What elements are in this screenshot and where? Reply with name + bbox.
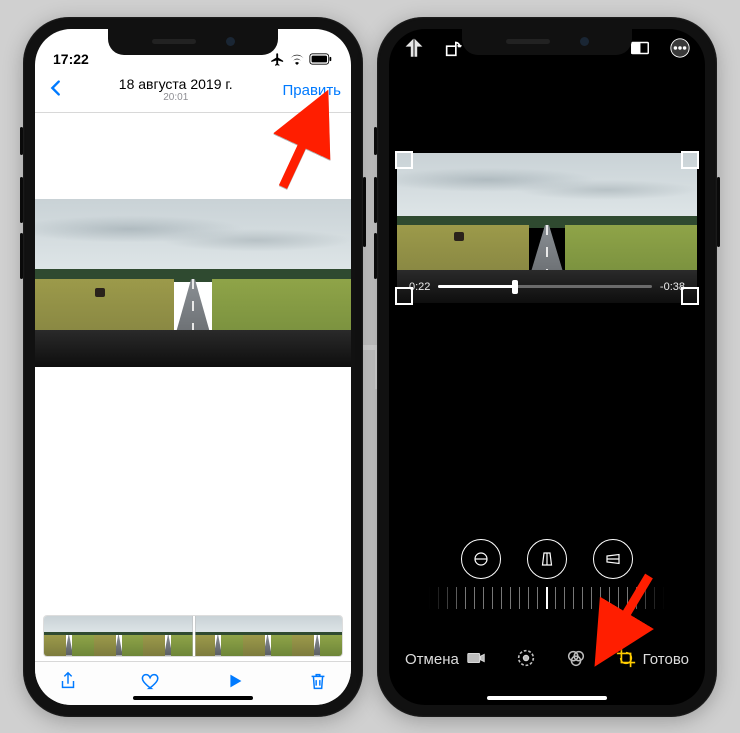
perspective-h-icon xyxy=(604,550,622,568)
filters-icon xyxy=(565,647,587,669)
straighten-dials xyxy=(389,539,705,579)
tab-filters[interactable] xyxy=(565,647,587,673)
editor-tool-tabs xyxy=(465,647,637,673)
airplane-icon xyxy=(270,52,285,67)
tab-crop[interactable] xyxy=(615,647,637,673)
adjust-icon xyxy=(515,647,537,669)
delete-button[interactable] xyxy=(307,670,329,697)
flip-icon xyxy=(403,37,425,59)
chevron-left-icon xyxy=(45,77,67,99)
crop-icon xyxy=(615,647,637,669)
play-button[interactable] xyxy=(224,670,246,697)
flip-button[interactable] xyxy=(403,37,425,64)
nav-bar: 18 августа 2019 г. 20:01 Править xyxy=(35,69,351,113)
mute-switch xyxy=(374,127,377,155)
photo-viewport[interactable] xyxy=(35,113,351,367)
trash-icon xyxy=(307,670,329,692)
nav-title: 18 августа 2019 г. 20:01 xyxy=(69,77,283,103)
crop-handle-br[interactable] xyxy=(681,287,699,305)
share-button[interactable] xyxy=(57,670,79,697)
video-icon xyxy=(465,647,487,669)
volume-down xyxy=(20,233,23,279)
straighten-icon xyxy=(472,550,490,568)
notch xyxy=(108,29,278,55)
aspect-icon xyxy=(629,37,651,59)
angle-ruler[interactable] xyxy=(429,587,665,609)
video-scrubber[interactable]: 0:22 -0:38 xyxy=(409,281,685,293)
power-button xyxy=(363,177,366,247)
scrubber-knob[interactable] xyxy=(512,280,518,294)
more-button[interactable] xyxy=(669,37,691,64)
favorite-button[interactable] xyxy=(140,670,162,697)
edit-button[interactable]: Править xyxy=(283,82,342,99)
home-indicator[interactable] xyxy=(133,696,253,700)
editor-bottom-bar: Отмена Готово xyxy=(389,635,705,685)
done-button[interactable]: Готово xyxy=(643,651,689,668)
status-time: 17:22 xyxy=(53,51,89,67)
heart-icon xyxy=(140,670,162,692)
home-indicator[interactable] xyxy=(487,696,607,700)
aspect-button[interactable] xyxy=(629,37,651,64)
ellipsis-icon xyxy=(669,37,691,59)
crop-area[interactable]: 0:22 -0:38 xyxy=(397,153,697,303)
video-preview xyxy=(35,199,351,367)
tab-video[interactable] xyxy=(465,647,487,673)
mute-switch xyxy=(20,127,23,155)
share-icon xyxy=(57,670,79,692)
play-icon xyxy=(224,670,246,692)
cancel-button[interactable]: Отмена xyxy=(405,651,459,668)
phone-left: 17:22 18 августа 2019 г. 20:01 Править xyxy=(23,17,363,717)
perspective-v-icon xyxy=(538,550,556,568)
volume-up xyxy=(20,177,23,223)
straighten-dial[interactable] xyxy=(461,539,501,579)
wifi-icon xyxy=(289,53,305,65)
crop-handle-tr[interactable] xyxy=(681,151,699,169)
filmstrip[interactable] xyxy=(43,615,343,657)
playhead[interactable] xyxy=(193,615,195,657)
phone-right: 0:22 -0:38 Отмена xyxy=(377,17,717,717)
battery-icon xyxy=(309,53,333,65)
volume-down xyxy=(374,233,377,279)
power-button xyxy=(717,177,720,247)
volume-up xyxy=(374,177,377,223)
horizontal-dial[interactable] xyxy=(593,539,633,579)
tab-adjust[interactable] xyxy=(515,647,537,673)
crop-handle-bl[interactable] xyxy=(395,287,413,305)
crop-handle-tl[interactable] xyxy=(395,151,413,169)
vertical-dial[interactable] xyxy=(527,539,567,579)
notch xyxy=(462,29,632,55)
back-button[interactable] xyxy=(45,77,69,104)
